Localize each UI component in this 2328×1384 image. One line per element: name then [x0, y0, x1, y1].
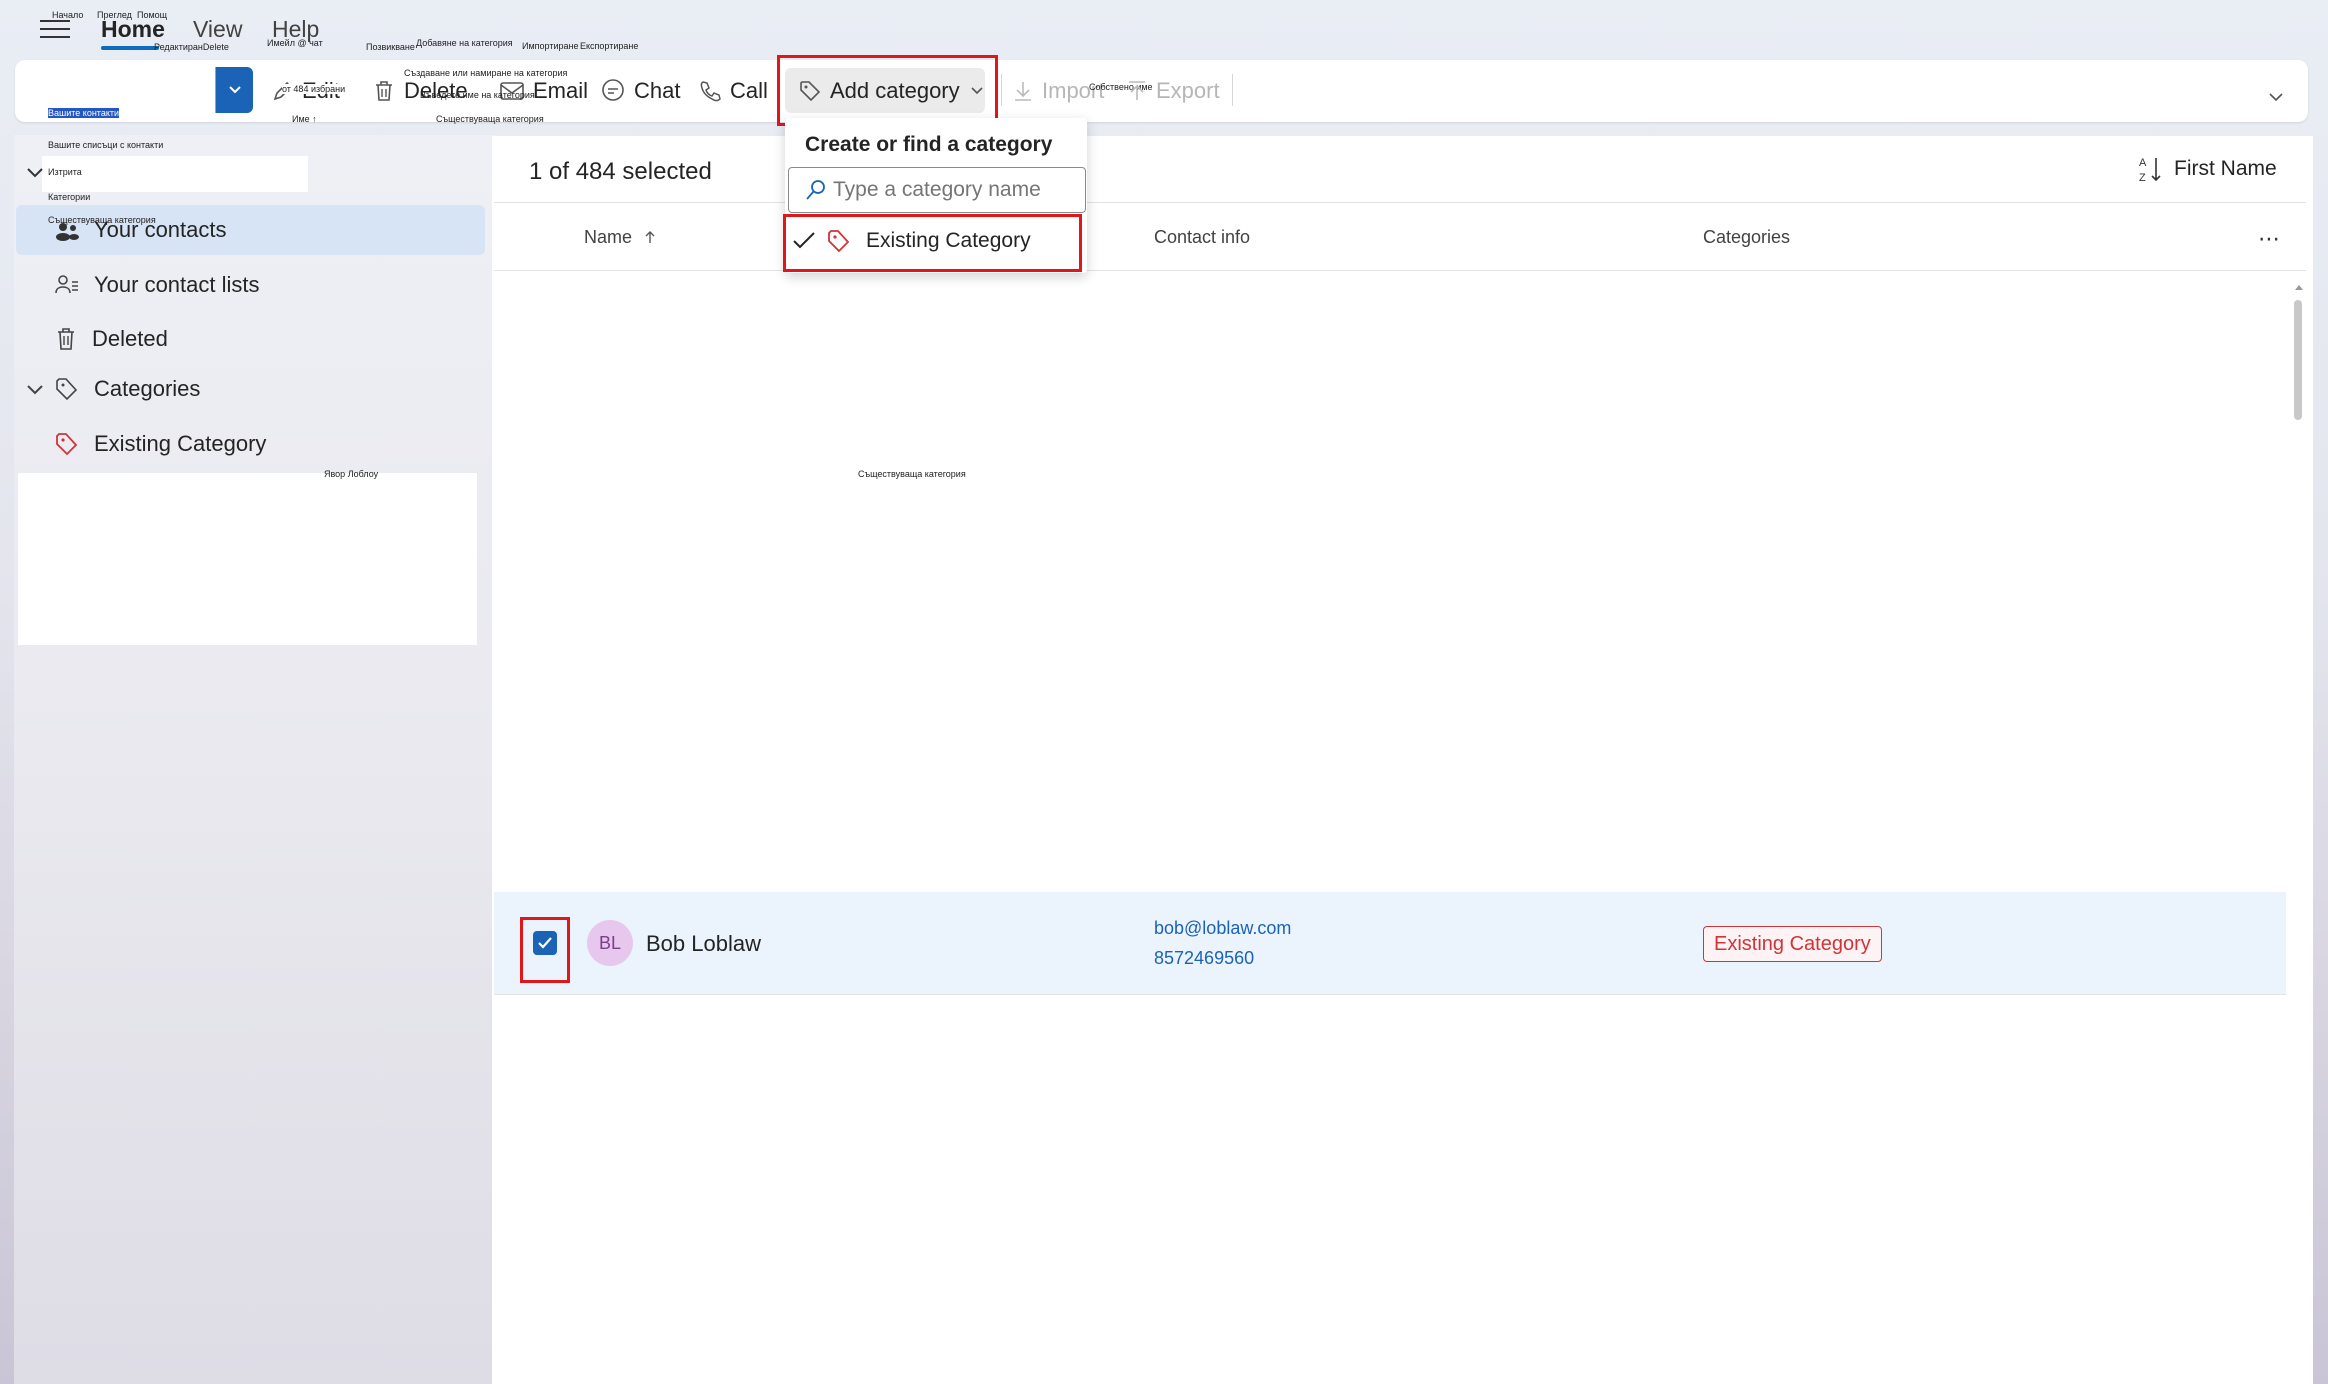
tag-icon [56, 378, 78, 401]
people-list-icon [55, 275, 78, 294]
overlay-white-patch [42, 156, 308, 192]
overlay-label-selected: от 484 избрани [282, 84, 346, 94]
overlay-label-create-find: Създаване или намиране на категория [404, 68, 568, 78]
sort-button[interactable]: AZ First Name [2138, 155, 2277, 183]
overlay-label-email-chat: Имейл @ чат [267, 38, 323, 48]
sort-label: First Name [2174, 157, 2277, 180]
nav-your-contacts[interactable]: Your contacts [16, 205, 485, 255]
arrow-up-icon [645, 231, 655, 243]
nav-deleted[interactable]: Deleted [16, 314, 485, 364]
download-icon [1015, 82, 1031, 101]
add-person-icon [49, 79, 74, 103]
overlay-white-patch [18, 473, 477, 645]
phone-icon [700, 81, 721, 102]
overlay-label-edit-delete: РедактиранDelete [154, 42, 229, 52]
ribbon-separator [1232, 74, 1233, 106]
column-header-name[interactable]: Name [584, 227, 657, 248]
trash-icon [376, 81, 392, 101]
nav-existing-category[interactable]: Existing Category [16, 419, 485, 469]
svg-text:Z: Z [2139, 172, 2146, 183]
overlay-label-your-lists: Вашите списъци с контакти [48, 140, 164, 150]
tab-view[interactable]: View [193, 16, 242, 43]
overlay-label-home: Начало [52, 10, 84, 20]
chat-bubble-icon [602, 79, 624, 101]
divider [494, 994, 2286, 995]
overlay-label-view: Преглед [97, 10, 132, 20]
search-icon [804, 178, 828, 207]
sort-az-icon: AZ [2139, 157, 2161, 183]
divider [494, 270, 2306, 271]
overlay-label-bob: Явор Лоблоу [324, 469, 379, 479]
overlay-label-type-name: Въведете име на категория [420, 90, 535, 100]
selection-status: 1 of 484 selected [529, 158, 712, 185]
contacts-list-pane [492, 136, 2313, 1384]
new-contact-button-group: New contact [29, 67, 253, 113]
dropdown-title: Create or find a category [805, 133, 1053, 156]
nav-collapse-chevron-icon[interactable] [26, 166, 44, 184]
trash-icon [58, 328, 74, 350]
overlay-label-add-category: Добавяне на категория [416, 38, 513, 48]
contact-email-link[interactable]: bob@loblaw.com [1154, 918, 1291, 939]
overlay-label-import: Импортиране [522, 41, 579, 51]
ribbon-separator [1001, 74, 1002, 106]
upload-icon [1129, 81, 1145, 100]
svg-text:A: A [2139, 157, 2147, 169]
column-header-categories[interactable]: Categories [1703, 227, 1790, 248]
chat-label: Chat [634, 78, 681, 103]
call-button[interactable]: Call [698, 70, 768, 112]
new-contact-dropdown-chevron-icon[interactable] [215, 67, 253, 113]
overlay-label-existing2: Съществуваща категория [48, 215, 156, 225]
nav-existing-category-label: Existing Category [94, 431, 267, 456]
email-label: Email [533, 78, 589, 103]
active-tab-indicator [101, 46, 159, 50]
overlay-label-existing: Съществуваща категория [436, 114, 544, 124]
nav-categories[interactable]: Categories [16, 364, 485, 414]
call-label: Call [730, 78, 768, 103]
ribbon-expand-chevron-icon[interactable] [2268, 90, 2284, 108]
overlay-label-export: Експортиране [580, 41, 639, 51]
add-category-highlight-box [777, 55, 998, 126]
column-name-label: Name [584, 227, 633, 247]
nav-categories-label: Categories [94, 376, 201, 401]
divider [494, 202, 2306, 203]
more-options-icon[interactable]: ⋯ [2258, 226, 2281, 252]
contact-name[interactable]: Bob Loblaw [646, 931, 761, 957]
checkbox-highlight-box [520, 917, 570, 983]
avatar: BL [587, 920, 633, 966]
category-badge[interactable]: Existing Category [1703, 926, 1882, 962]
overlay-label-name: Име ↑ [292, 114, 317, 124]
overlay-label-deleted: Изтрита [48, 167, 82, 177]
new-contact-label: New contact [85, 77, 207, 102]
overlay-label-help: Помощ [137, 10, 168, 20]
export-label: Export [1156, 78, 1220, 103]
table-row[interactable] [494, 892, 2286, 994]
category-search-input[interactable] [788, 167, 1086, 213]
overlay-label-existing3: Съществуваща категория [858, 469, 966, 479]
new-contact-button[interactable]: New contact [29, 67, 215, 113]
overlay-label-call: Позвикване [366, 42, 415, 52]
red-tag-icon [56, 433, 78, 456]
overlay-label-your-contacts: Вашите контакти [48, 108, 120, 118]
nav-your-contact-lists-label: Your contact lists [94, 272, 260, 297]
nav-deleted-label: Deleted [92, 326, 168, 351]
vertical-scrollbar[interactable] [2294, 300, 2302, 420]
chat-button[interactable]: Chat [600, 70, 680, 112]
overlay-label-categories: Категории [48, 192, 91, 202]
export-button[interactable]: Export [1126, 70, 1220, 112]
contact-phone-link[interactable]: 8572469560 [1154, 948, 1254, 969]
nav-your-contact-lists[interactable]: Your contact lists [16, 260, 485, 310]
scroll-up-arrow-icon[interactable] [2294, 278, 2304, 296]
tab-home[interactable]: Home [101, 16, 165, 43]
column-header-contact-info[interactable]: Contact info [1154, 227, 1250, 248]
dropdown-item-highlight-box [783, 214, 1082, 272]
